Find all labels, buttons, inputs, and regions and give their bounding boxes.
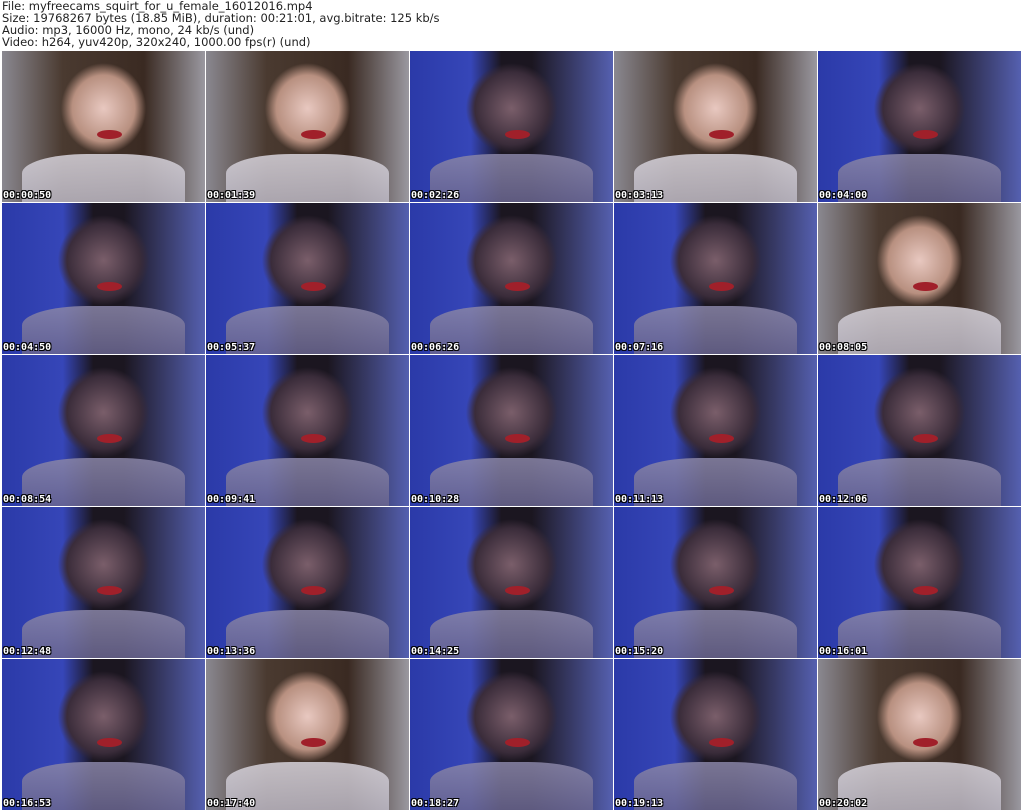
- timestamp-label: 00:08:54: [3, 494, 52, 505]
- thumbnail-grid: 00:00:50 00:01:39 00:02:26 00:03:13 00:04:00…: [2, 51, 1021, 810]
- thumbnail-image-detail: [505, 129, 530, 139]
- timestamp-label: 00:20:02: [819, 798, 868, 809]
- video-thumbnail: 00:08:54: [2, 355, 205, 506]
- thumbnail-image-detail: [97, 433, 122, 443]
- thumbnail-image-detail: [505, 737, 530, 747]
- thumbnail-image-detail: [709, 129, 734, 139]
- video-thumbnail: 00:16:01: [818, 507, 1021, 658]
- video-thumbnail: 00:08:05: [818, 203, 1021, 354]
- timestamp-label: 00:18:27: [411, 798, 460, 809]
- video-thumbnail: 00:18:27: [410, 659, 613, 810]
- timestamp-label: 00:00:50: [3, 190, 52, 201]
- video-thumbnail: 00:00:50: [2, 51, 205, 202]
- video-info: Video: h264, yuv420p, 320x240, 1000.00 f…: [2, 35, 311, 49]
- video-thumbnail: 00:03:13: [614, 51, 817, 202]
- timestamp-label: 00:02:26: [411, 190, 460, 201]
- timestamp-label: 00:16:01: [819, 646, 868, 657]
- timestamp-label: 00:12:06: [819, 494, 868, 505]
- video-thumbnail: 00:11:13: [614, 355, 817, 506]
- thumbnail-image-detail: [301, 737, 326, 747]
- video-thumbnail: 00:12:06: [818, 355, 1021, 506]
- thumbnail-image-detail: [505, 585, 530, 595]
- timestamp-label: 00:03:13: [615, 190, 664, 201]
- timestamp-label: 00:12:48: [3, 646, 52, 657]
- timestamp-label: 00:05:37: [207, 342, 256, 353]
- timestamp-label: 00:09:41: [207, 494, 256, 505]
- thumbnail-image-detail: [709, 585, 734, 595]
- timestamp-label: 00:13:36: [207, 646, 256, 657]
- thumbnail-image-detail: [709, 281, 734, 291]
- video-thumbnail: 00:01:39: [206, 51, 409, 202]
- video-thumbnail: 00:17:40: [206, 659, 409, 810]
- thumbnail-image-detail: [301, 281, 326, 291]
- timestamp-label: 00:01:39: [207, 190, 256, 201]
- video-thumbnail: 00:14:25: [410, 507, 613, 658]
- timestamp-label: 00:19:13: [615, 798, 664, 809]
- video-thumbnail: 00:13:36: [206, 507, 409, 658]
- thumbnail-image-detail: [709, 433, 734, 443]
- timestamp-label: 00:04:50: [3, 342, 52, 353]
- thumbnail-image-detail: [97, 585, 122, 595]
- video-thumbnail: 00:02:26: [410, 51, 613, 202]
- timestamp-label: 00:11:13: [615, 494, 664, 505]
- timestamp-label: 00:06:26: [411, 342, 460, 353]
- file-info-header: File: myfreecams_squirt_for_u_female_160…: [2, 0, 440, 48]
- timestamp-label: 00:10:28: [411, 494, 460, 505]
- thumbnail-image-detail: [913, 129, 938, 139]
- timestamp-label: 00:08:05: [819, 342, 868, 353]
- video-thumbnail: 00:15:20: [614, 507, 817, 658]
- video-thumbnail: 00:12:48: [2, 507, 205, 658]
- video-thumbnail: 00:04:50: [2, 203, 205, 354]
- thumbnail-image-detail: [301, 433, 326, 443]
- thumbnail-image-detail: [97, 737, 122, 747]
- thumbnail-image-detail: [505, 281, 530, 291]
- video-thumbnail: 00:09:41: [206, 355, 409, 506]
- video-thumbnail: 00:05:37: [206, 203, 409, 354]
- thumbnail-image-detail: [301, 129, 326, 139]
- video-thumbnail: 00:19:13: [614, 659, 817, 810]
- timestamp-label: 00:16:53: [3, 798, 52, 809]
- video-thumbnail: 00:04:00: [818, 51, 1021, 202]
- thumbnail-image-detail: [913, 281, 938, 291]
- thumbnail-image-detail: [97, 129, 122, 139]
- timestamp-label: 00:04:00: [819, 190, 868, 201]
- video-thumbnail: 00:06:26: [410, 203, 613, 354]
- video-thumbnail: 00:07:16: [614, 203, 817, 354]
- thumbnail-image-detail: [505, 433, 530, 443]
- video-thumbnail: 00:20:02: [818, 659, 1021, 810]
- timestamp-label: 00:17:40: [207, 798, 256, 809]
- thumbnail-image-detail: [709, 737, 734, 747]
- thumbnail-image-detail: [913, 737, 938, 747]
- timestamp-label: 00:15:20: [615, 646, 664, 657]
- thumbnail-image-detail: [913, 433, 938, 443]
- video-thumbnail: 00:16:53: [2, 659, 205, 810]
- timestamp-label: 00:07:16: [615, 342, 664, 353]
- thumbnail-image-detail: [913, 585, 938, 595]
- video-thumbnail: 00:10:28: [410, 355, 613, 506]
- timestamp-label: 00:14:25: [411, 646, 460, 657]
- thumbnail-image-detail: [301, 585, 326, 595]
- thumbnail-image-detail: [97, 281, 122, 291]
